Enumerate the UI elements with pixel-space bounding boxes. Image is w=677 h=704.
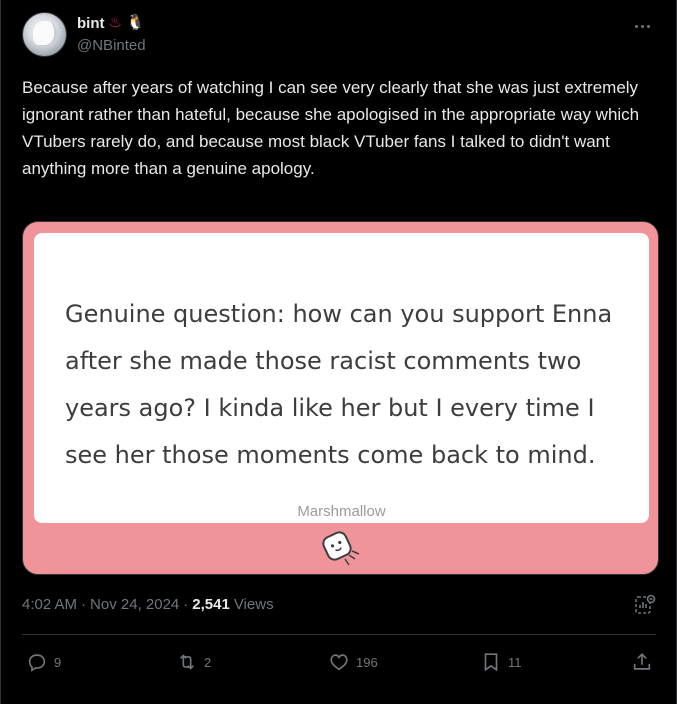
bookmark-icon (484, 653, 498, 672)
tweet-header: bint ♨ 🐧 @NBinted (22, 12, 658, 58)
tweet-text: Because after years of watching I can se… (22, 78, 640, 178)
meta-separator: · (81, 596, 87, 613)
question-card: Genuine question: how can you support En… (34, 233, 649, 523)
marshmallow-icon (322, 531, 360, 566)
tweet-meta: 4:02 AM · Nov 24, 2024 · 2,541 Views (22, 596, 274, 613)
share-icon (633, 653, 651, 670)
analytics-icon[interactable] (634, 594, 656, 616)
like-count: 196 (356, 654, 378, 670)
reply-icon (28, 654, 46, 672)
action-bar: 9 2 196 11 (22, 648, 656, 676)
repost-count: 2 (204, 654, 212, 670)
more-icon[interactable] (630, 16, 654, 36)
like-icon (330, 654, 348, 671)
user-handle[interactable]: @NBinted (77, 37, 146, 54)
marshmallow-watermark: Marshmallow (297, 503, 386, 520)
question-text: Genuine question: how can you support En… (65, 300, 613, 469)
penguin-emoji-icon: 🐧 (125, 14, 145, 31)
media-image[interactable]: Genuine question: how can you support En… (22, 221, 659, 575)
views-count: 2,541 (192, 596, 230, 613)
like-button[interactable]: 196 (328, 648, 378, 676)
divider (22, 634, 656, 635)
tweet-date[interactable]: Nov 24, 2024 (90, 596, 179, 613)
bookmark-button[interactable]: 11 (480, 648, 522, 676)
name-row: bint ♨ 🐧 (77, 14, 145, 32)
meta-separator: · (183, 596, 189, 613)
display-name[interactable]: bint (77, 15, 105, 32)
share-button[interactable] (631, 648, 653, 676)
views-label: Views (233, 596, 274, 613)
repost-icon (179, 654, 195, 670)
avatar[interactable] (22, 12, 67, 57)
hot-springs-emoji-icon: ♨ (108, 14, 122, 31)
bookmark-count: 11 (508, 654, 522, 670)
repost-button[interactable]: 2 (176, 648, 211, 676)
reply-button[interactable]: 9 (26, 648, 61, 676)
tweet-container: bint ♨ 🐧 @NBinted Because after years of… (0, 0, 677, 704)
tweet-time[interactable]: 4:02 AM (22, 596, 77, 613)
reply-count: 9 (54, 654, 62, 670)
